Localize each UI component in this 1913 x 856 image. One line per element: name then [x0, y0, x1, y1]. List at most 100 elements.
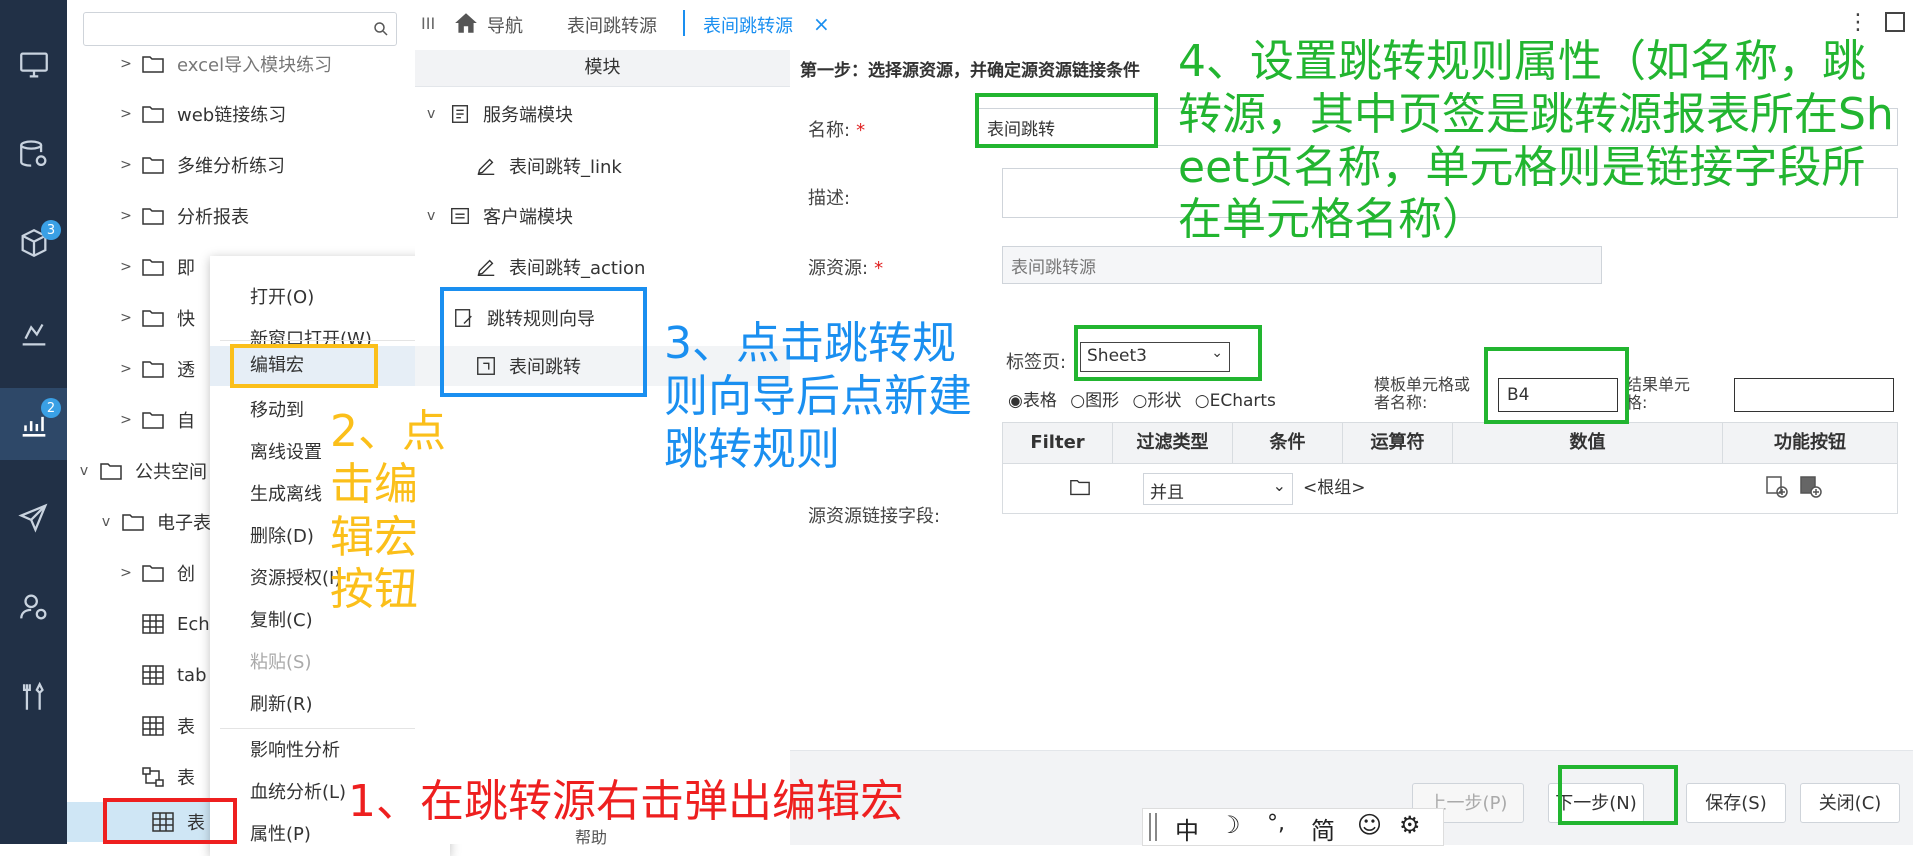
- cube-icon[interactable]: 3: [0, 210, 67, 276]
- tree-item[interactable]: > 多维分析练习: [117, 145, 285, 185]
- ime-simplified[interactable]: 简: [1311, 811, 1335, 846]
- ime-moon-icon[interactable]: ☽: [1219, 811, 1241, 839]
- add-condition-icon[interactable]: [1765, 475, 1789, 499]
- tree-item[interactable]: > 分析报表: [117, 196, 249, 236]
- flow-icon: [141, 766, 167, 788]
- tree-item-label: tab: [177, 664, 207, 686]
- ime-emoji-icon[interactable]: ☺: [1357, 811, 1382, 839]
- ime-handle[interactable]: [1149, 813, 1157, 841]
- module-server[interactable]: v 服务端模块: [427, 94, 573, 134]
- module-label: 客户端模块: [483, 207, 573, 228]
- tree-item[interactable]: > 创: [117, 553, 195, 593]
- tree-item-label: Ech: [177, 613, 210, 635]
- monitor-icon[interactable]: [0, 32, 67, 98]
- result-cell-field[interactable]: [1734, 378, 1894, 412]
- chevron-down-icon: v: [427, 208, 436, 224]
- add-group-icon[interactable]: [1799, 475, 1823, 499]
- menu-impact-analysis[interactable]: 影响性分析: [210, 731, 450, 771]
- tree-item[interactable]: > web链接练习: [117, 94, 286, 134]
- tree-item-label: 电子表: [157, 513, 211, 534]
- folder-icon[interactable]: [1069, 477, 1091, 497]
- rail-badge-analysis: 2: [41, 398, 61, 418]
- tree-item[interactable]: v 公共空间: [75, 451, 207, 491]
- client-module-icon: [451, 207, 469, 225]
- chevron-down-icon: v: [101, 514, 111, 530]
- chevron-right-icon: >: [120, 412, 132, 428]
- folder-icon: [141, 205, 167, 227]
- tree-item-label: 即: [177, 258, 195, 279]
- tools-icon[interactable]: [0, 664, 67, 730]
- tree-item-label: 公共空间: [135, 462, 207, 483]
- tab-navigation[interactable]: 导航: [487, 12, 523, 38]
- highlight-source-report: [103, 798, 237, 844]
- tree-item[interactable]: > 自: [117, 400, 195, 440]
- table-icon: [141, 613, 167, 635]
- annotation-step4: 4、设置跳转规则属性（如名称，跳转源，其中页签是跳转源报表所在Sheet页名称，…: [1178, 36, 1894, 246]
- module-label: 表间跳转_link: [509, 157, 622, 178]
- chevron-right-icon: >: [120, 565, 132, 581]
- analysis-chart-icon[interactable]: 2: [0, 388, 67, 460]
- menu-open[interactable]: 打开(O): [210, 278, 450, 318]
- menu-refresh[interactable]: 刷新(R): [210, 685, 450, 725]
- module-client-child[interactable]: 表间跳转_action: [475, 247, 645, 287]
- chevron-right-icon: >: [120, 361, 132, 377]
- grid-header: Filter 过滤类型 条件 运算符 数值 功能按钮: [1003, 423, 1897, 464]
- source-label-text: 源资源:: [808, 258, 869, 279]
- filter-type-select[interactable]: 并且 ⌄: [1143, 473, 1293, 505]
- folder-icon: [141, 256, 167, 278]
- tab-source[interactable]: 表间跳转源: [567, 12, 657, 38]
- module-server-child[interactable]: 表间跳转_link: [475, 146, 622, 186]
- send-icon[interactable]: [0, 484, 67, 550]
- search-icon[interactable]: [372, 20, 390, 38]
- module-label: 表间跳转_action: [509, 258, 646, 279]
- save-button[interactable]: 保存(S): [1686, 783, 1786, 823]
- database-settings-icon[interactable]: [0, 122, 67, 188]
- highlight-name-field: [975, 93, 1158, 148]
- grid-col-actions: 功能按钮: [1774, 432, 1846, 453]
- radio-chart[interactable]: ○图形: [1070, 391, 1119, 411]
- ime-toolbar: 中 ☽ °, 简 ☺ ⚙: [1142, 808, 1444, 846]
- annotation-step3: 3、点击跳转规则向导后点新建跳转规则: [664, 318, 972, 475]
- more-icon[interactable]: ⋮: [1847, 10, 1869, 35]
- home-icon[interactable]: [453, 10, 479, 36]
- desc-label: 描述:: [808, 188, 851, 209]
- radio-echarts[interactable]: ○ECharts: [1195, 391, 1276, 411]
- tree-item[interactable]: 表: [135, 757, 195, 797]
- ime-chinese-mode[interactable]: 中: [1175, 811, 1199, 846]
- ime-settings-icon[interactable]: ⚙: [1399, 811, 1421, 839]
- tree-item[interactable]: 表: [135, 706, 195, 746]
- ime-punctuation[interactable]: °,: [1267, 811, 1285, 836]
- maximize-icon[interactable]: [1885, 12, 1905, 32]
- chevron-right-icon: >: [120, 259, 132, 275]
- tree-item[interactable]: Ech: [135, 604, 210, 644]
- radio-shape[interactable]: ○形状: [1133, 391, 1182, 411]
- close-button[interactable]: 关闭(C): [1800, 783, 1900, 823]
- tree-item-label: web链接练习: [177, 105, 287, 126]
- tree-item[interactable]: > excel导入模块练习: [117, 44, 332, 84]
- close-tab-icon[interactable]: ×: [813, 12, 830, 36]
- step-title: 第一步：选择源资源，并确定源资源链接条件: [800, 61, 1140, 81]
- module-client[interactable]: v 客户端模块: [427, 196, 573, 236]
- radio-table[interactable]: ◉表格: [1008, 391, 1057, 411]
- menu-toggle[interactable]: III: [421, 14, 435, 33]
- grid-col-value: 数值: [1453, 423, 1723, 463]
- chart-tool-icon[interactable]: [0, 300, 67, 366]
- tab-active[interactable]: 表间跳转源: [703, 12, 793, 38]
- annotation-step1: 1、在跳转源右击弹出编辑宏: [348, 776, 904, 827]
- tree-item[interactable]: tab: [135, 655, 207, 695]
- tree-item[interactable]: > 快: [117, 298, 195, 338]
- radio-label: 图形: [1085, 391, 1120, 411]
- tree-item[interactable]: > 透: [117, 349, 195, 389]
- tab-divider: [683, 10, 685, 36]
- tree-search-input[interactable]: [83, 12, 397, 46]
- tree-item[interactable]: > 即: [117, 247, 195, 287]
- table-icon: [141, 715, 167, 737]
- chevron-down-icon: v: [79, 463, 89, 479]
- chart-type-radios: ◉表格 ○图形 ○形状 ○ECharts: [1008, 386, 1276, 411]
- folder-icon: [141, 103, 167, 125]
- chevron-down-icon: v: [427, 106, 436, 122]
- user-settings-icon[interactable]: [0, 574, 67, 640]
- root-group-label: <根组>: [1303, 478, 1366, 498]
- tree-item-label: 透: [177, 360, 195, 381]
- tree-item[interactable]: v 电子表: [97, 502, 211, 542]
